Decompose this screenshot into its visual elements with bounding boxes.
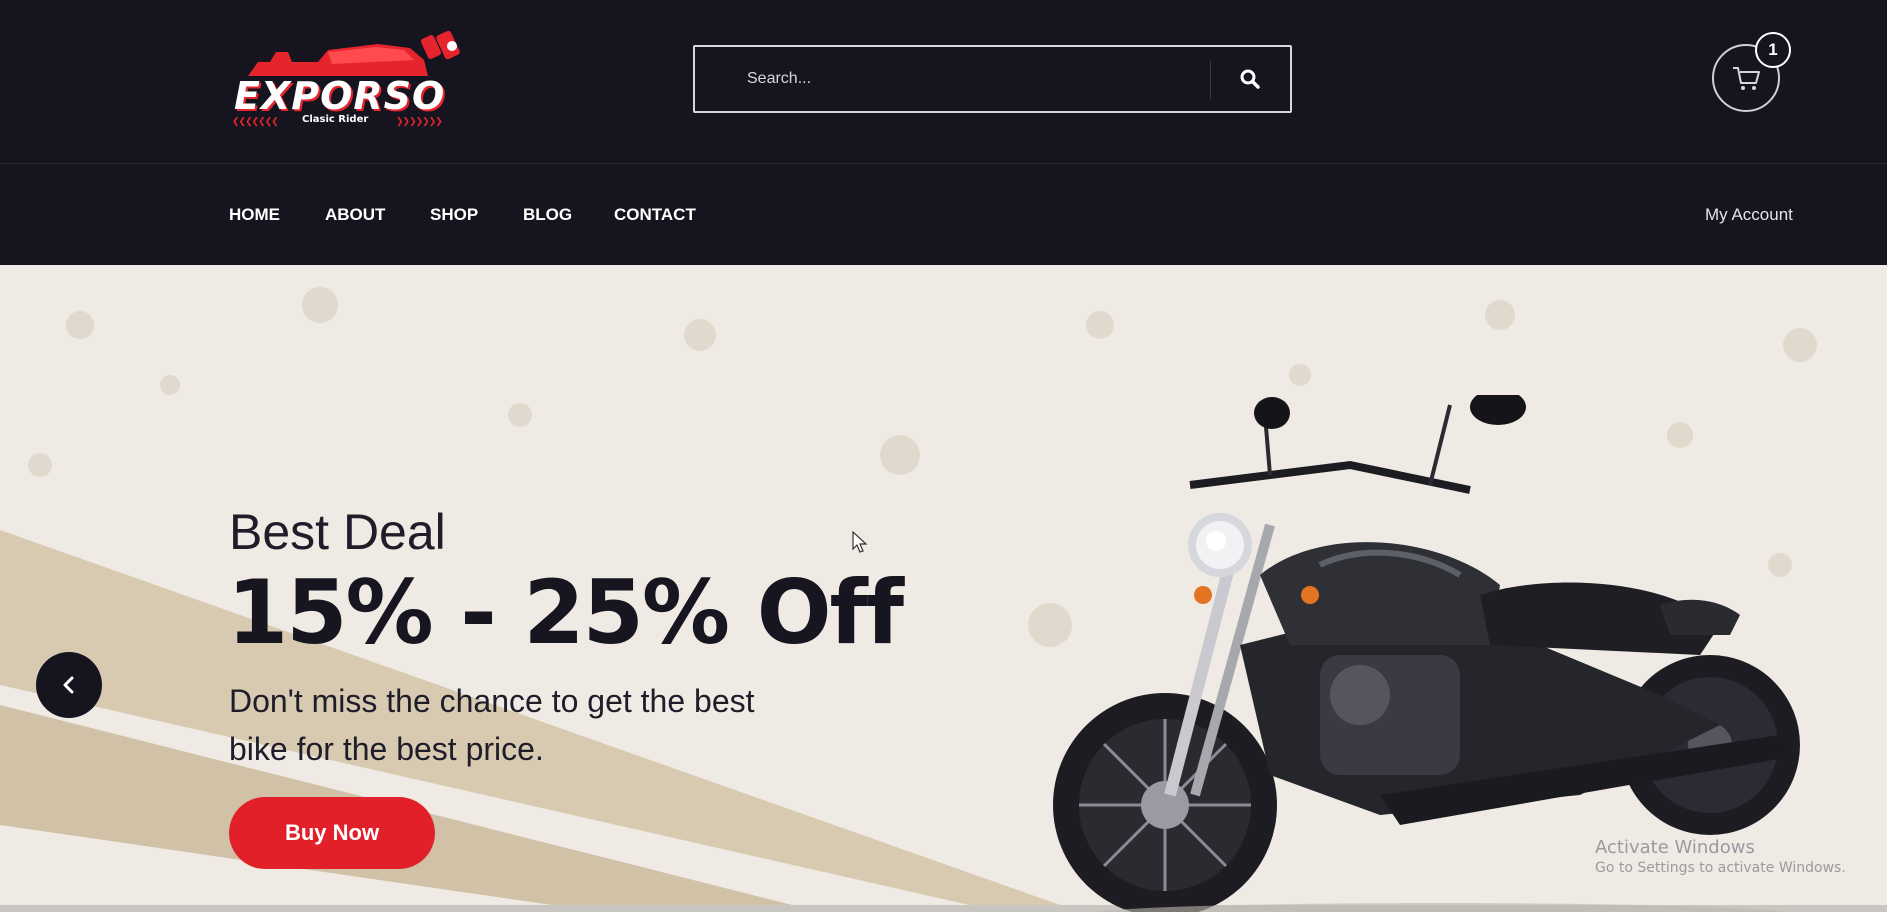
mouse-cursor-icon <box>852 531 868 553</box>
slider-prev-button[interactable] <box>36 652 102 718</box>
buy-now-button[interactable]: Buy Now <box>229 797 435 869</box>
hero-subtext: Don't miss the chance to get the best bi… <box>229 683 755 767</box>
cart-count-badge: 1 <box>1755 32 1791 68</box>
search-input[interactable] <box>747 61 1167 97</box>
arrows-right-icon: ❯❯❯❯❯❯❯ <box>396 116 443 126</box>
hero-eyebrow: Best Deal <box>229 504 446 560</box>
search-button[interactable] <box>1215 55 1285 103</box>
search-divider <box>1210 61 1211 99</box>
main-nav: HOME ABOUT SHOP BLOG CONTACT My Account <box>0 165 1887 265</box>
hero-slider: Best Deal 15% - 25% Off Don't miss the c… <box>0 265 1887 912</box>
nav-item-contact[interactable]: CONTACT <box>614 205 696 225</box>
brand-name: EXPORSO <box>234 74 446 118</box>
page: EXPORSO ❮❮❮❮❮❮❮ Clasic Rider ❯❯❯❯❯❯❯ 1 <box>0 0 1887 912</box>
chevron-left-icon <box>63 676 74 694</box>
brand-logo[interactable]: EXPORSO ❮❮❮❮❮❮❮ Clasic Rider ❯❯❯❯❯❯❯ <box>228 30 472 130</box>
nav-item-shop[interactable]: SHOP <box>430 205 478 225</box>
cart-icon <box>1733 67 1760 90</box>
my-account-link[interactable]: My Account <box>1705 205 1793 225</box>
search-icon <box>1240 69 1260 89</box>
nav-item-blog[interactable]: BLOG <box>523 205 572 225</box>
activation-title: Activate Windows <box>1595 837 1755 858</box>
windows-activation-watermark: Activate Windows Go to Settings to activ… <box>1595 837 1846 876</box>
search-box <box>693 45 1292 113</box>
activation-subtitle: Go to Settings to activate Windows. <box>1595 860 1846 876</box>
header: EXPORSO ❮❮❮❮❮❮❮ Clasic Rider ❯❯❯❯❯❯❯ 1 <box>0 0 1887 164</box>
brand-tagline: Clasic Rider <box>302 114 369 125</box>
hero-headline: 15% - 25% Off <box>227 561 904 664</box>
nav-item-about[interactable]: ABOUT <box>325 205 385 225</box>
motorcycle-image <box>1053 395 1800 912</box>
arrows-left-icon: ❮❮❮❮❮❮❮ <box>232 116 279 126</box>
nav-item-home[interactable]: HOME <box>229 205 280 225</box>
